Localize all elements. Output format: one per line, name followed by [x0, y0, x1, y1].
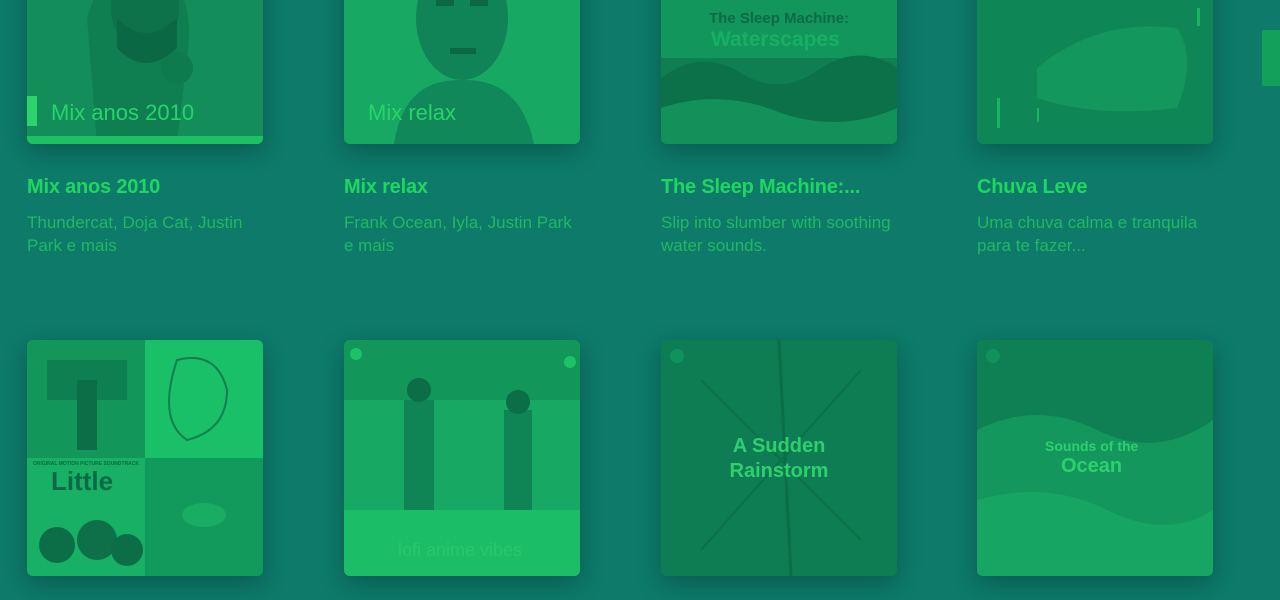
playlist-grid: Mix anos 2010 Mix anos 2010 Thundercat, … — [0, 0, 1260, 600]
cover-title-label: Little — [51, 466, 114, 496]
playlist-cover[interactable]: ORIGINAL MOTION PICTURE SOUNDTRACK Littl… — [27, 340, 263, 576]
card-title[interactable]: Chuva Leve — [977, 176, 1213, 199]
playlist-cover[interactable]: Mix relax — [344, 0, 580, 144]
cover-title-label: The Sleep Machine: — [709, 10, 850, 27]
playlist-cover[interactable]: lofi anime vibes — [344, 340, 580, 576]
playlist-card-collage[interactable]: ORIGINAL MOTION PICTURE SOUNDTRACK Littl… — [27, 340, 263, 576]
playlist-cover[interactable]: Mix anos 2010 — [27, 0, 263, 144]
app-viewport: Mix anos 2010 Mix anos 2010 Thundercat, … — [0, 0, 1280, 600]
cover-title-label: A Sudden Rainstorm — [729, 435, 829, 482]
cover-title-label: lofi anime vibes — [398, 540, 523, 560]
playlist-card-mix-anos-2010[interactable]: Mix anos 2010 Mix anos 2010 Thundercat, … — [27, 0, 263, 255]
card-description: Slip into slumber with soothing water so… — [661, 213, 891, 255]
card-description: Frank Ocean, Iyla, Justin Park e mais — [344, 213, 572, 255]
cover-title-label: Mix anos 2010 — [51, 100, 195, 125]
playlist-card-sleep-machine[interactable]: The Sleep Machine: Waterscapes The Sleep… — [661, 0, 897, 255]
cover-art-image — [27, 340, 263, 576]
playlist-card-mix-relax[interactable]: Mix relax Mix relax Frank Ocean, Iyla, J… — [344, 0, 580, 255]
playlist-cover[interactable] — [977, 0, 1213, 144]
playlist-cover[interactable]: Sounds of the Ocean — [977, 340, 1213, 576]
cover-subtitle-label: Ocean — [1061, 455, 1123, 477]
cover-title-label: Mix relax — [368, 100, 457, 125]
card-title[interactable]: The Sleep Machine:... — [661, 176, 897, 199]
playlist-card-chuva-leve[interactable]: Chuva Leve Uma chuva calma e tranquila p… — [977, 0, 1213, 255]
playlist-card-lofi-anime[interactable]: lofi anime vibes — [344, 340, 580, 576]
playlist-cover[interactable]: A Sudden Rainstorm — [661, 340, 897, 576]
cover-subtitle-label: Waterscapes — [711, 28, 840, 51]
playlist-card-sudden-rainstorm[interactable]: A Sudden Rainstorm — [661, 340, 897, 576]
cover-art-image — [977, 0, 1213, 144]
vertical-scrollbar-thumb[interactable] — [1262, 30, 1280, 86]
card-title[interactable]: Mix anos 2010 — [27, 176, 263, 199]
card-description: Uma chuva calma e tranquila para te faze… — [977, 213, 1198, 255]
card-description: Thundercat, Doja Cat, Justin Park e mais — [27, 213, 243, 255]
card-title[interactable]: Mix relax — [344, 176, 580, 199]
cover-title-label: Sounds of the — [1045, 438, 1139, 454]
playlist-cover[interactable]: The Sleep Machine: Waterscapes — [661, 0, 897, 144]
playlist-card-sounds-ocean[interactable]: Sounds of the Ocean — [977, 340, 1213, 576]
